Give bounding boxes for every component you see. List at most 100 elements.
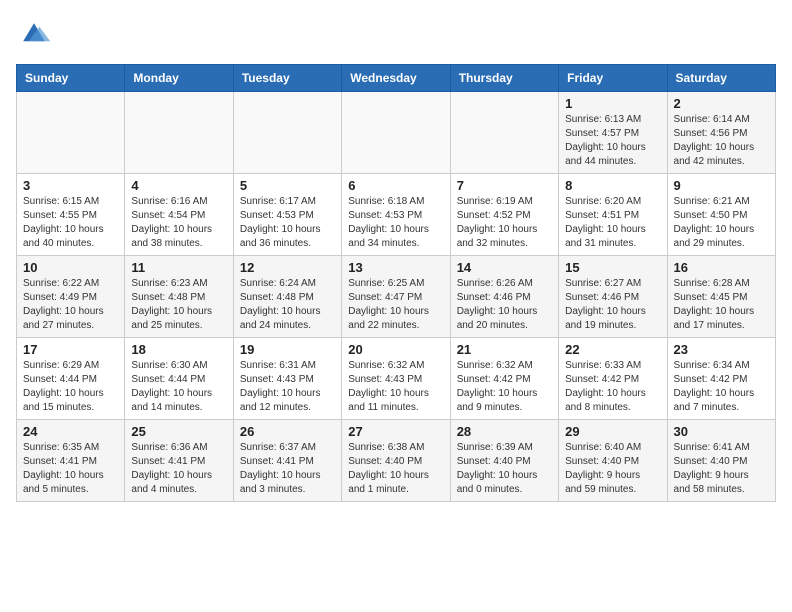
calendar-cell: 22 Sunrise: 6:33 AM Sunset: 4:42 PM Dayli…	[559, 338, 667, 420]
day-info: Sunrise: 6:14 AM Sunset: 4:56 PM Dayligh…	[674, 113, 769, 169]
calendar-cell: 5 Sunrise: 6:17 AM Sunset: 4:53 PM Daylig…	[233, 174, 341, 256]
calendar-cell	[17, 92, 125, 174]
calendar-cell: 8 Sunrise: 6:20 AM Sunset: 4:51 PM Daylig…	[559, 174, 667, 256]
day-info: Sunrise: 6:13 AM Sunset: 4:57 PM Dayligh…	[565, 113, 660, 169]
day-number: 11	[131, 260, 226, 275]
day-info: Sunrise: 6:38 AM Sunset: 4:40 PM Dayligh…	[348, 441, 443, 497]
day-info: Sunrise: 6:25 AM Sunset: 4:47 PM Dayligh…	[348, 277, 443, 333]
calendar-cell: 6 Sunrise: 6:18 AM Sunset: 4:53 PM Daylig…	[342, 174, 450, 256]
day-info: Sunrise: 6:24 AM Sunset: 4:48 PM Dayligh…	[240, 277, 335, 333]
calendar-cell: 27 Sunrise: 6:38 AM Sunset: 4:40 PM Dayli…	[342, 420, 450, 502]
calendar-cell: 25 Sunrise: 6:36 AM Sunset: 4:41 PM Dayli…	[125, 420, 233, 502]
calendar-cell: 1 Sunrise: 6:13 AM Sunset: 4:57 PM Daylig…	[559, 92, 667, 174]
day-info: Sunrise: 6:18 AM Sunset: 4:53 PM Dayligh…	[348, 195, 443, 251]
page-header	[16, 16, 776, 52]
calendar-cell	[450, 92, 558, 174]
calendar-cell	[342, 92, 450, 174]
day-info: Sunrise: 6:15 AM Sunset: 4:55 PM Dayligh…	[23, 195, 118, 251]
day-number: 24	[23, 424, 118, 439]
day-number: 28	[457, 424, 552, 439]
calendar-cell: 28 Sunrise: 6:39 AM Sunset: 4:40 PM Dayli…	[450, 420, 558, 502]
calendar-cell: 7Sunrise: 6:19 AM Sunset: 4:52 PM Daylig…	[450, 174, 558, 256]
day-info: Sunrise: 6:35 AM Sunset: 4:41 PM Dayligh…	[23, 441, 118, 497]
day-info: Sunrise: 6:40 AM Sunset: 4:40 PM Dayligh…	[565, 441, 660, 497]
calendar-week-row: 10 Sunrise: 6:22 AM Sunset: 4:49 PM Dayli…	[17, 256, 776, 338]
day-info: Sunrise: 6:30 AM Sunset: 4:44 PM Dayligh…	[131, 359, 226, 415]
day-number: 17	[23, 342, 118, 357]
day-number: 5	[240, 178, 335, 193]
calendar-cell: 15Sunrise: 6:27 AM Sunset: 4:46 PM Dayli…	[559, 256, 667, 338]
day-info: Sunrise: 6:37 AM Sunset: 4:41 PM Dayligh…	[240, 441, 335, 497]
day-info: Sunrise: 6:39 AM Sunset: 4:40 PM Dayligh…	[457, 441, 552, 497]
day-number: 1	[565, 96, 660, 111]
weekday-header-friday: Friday	[559, 65, 667, 92]
weekday-header-row: SundayMondayTuesdayWednesdayThursdayFrid…	[17, 65, 776, 92]
day-info: Sunrise: 6:36 AM Sunset: 4:41 PM Dayligh…	[131, 441, 226, 497]
weekday-header-sunday: Sunday	[17, 65, 125, 92]
day-number: 30	[674, 424, 769, 439]
calendar-week-row: 1 Sunrise: 6:13 AM Sunset: 4:57 PM Daylig…	[17, 92, 776, 174]
day-number: 29	[565, 424, 660, 439]
calendar-cell: 12 Sunrise: 6:24 AM Sunset: 4:48 PM Dayli…	[233, 256, 341, 338]
calendar-cell: 30 Sunrise: 6:41 AM Sunset: 4:40 PM Dayli…	[667, 420, 775, 502]
calendar-cell: 26 Sunrise: 6:37 AM Sunset: 4:41 PM Dayli…	[233, 420, 341, 502]
calendar-week-row: 17 Sunrise: 6:29 AM Sunset: 4:44 PM Dayli…	[17, 338, 776, 420]
day-number: 20	[348, 342, 443, 357]
weekday-header-thursday: Thursday	[450, 65, 558, 92]
day-number: 25	[131, 424, 226, 439]
day-info: Sunrise: 6:29 AM Sunset: 4:44 PM Dayligh…	[23, 359, 118, 415]
day-number: 6	[348, 178, 443, 193]
day-info: Sunrise: 6:16 AM Sunset: 4:54 PM Dayligh…	[131, 195, 226, 251]
calendar-cell: 2 Sunrise: 6:14 AM Sunset: 4:56 PM Daylig…	[667, 92, 775, 174]
day-number: 12	[240, 260, 335, 275]
day-info: Sunrise: 6:22 AM Sunset: 4:49 PM Dayligh…	[23, 277, 118, 333]
day-number: 26	[240, 424, 335, 439]
day-info: Sunrise: 6:33 AM Sunset: 4:42 PM Dayligh…	[565, 359, 660, 415]
day-number: 15	[565, 260, 660, 275]
day-number: 3	[23, 178, 118, 193]
calendar-cell: 24 Sunrise: 6:35 AM Sunset: 4:41 PM Dayli…	[17, 420, 125, 502]
day-number: 14	[457, 260, 552, 275]
calendar-cell: 19Sunrise: 6:31 AM Sunset: 4:43 PM Dayli…	[233, 338, 341, 420]
day-info: Sunrise: 6:17 AM Sunset: 4:53 PM Dayligh…	[240, 195, 335, 251]
day-number: 2	[674, 96, 769, 111]
weekday-header-monday: Monday	[125, 65, 233, 92]
day-info: Sunrise: 6:23 AM Sunset: 4:48 PM Dayligh…	[131, 277, 226, 333]
day-info: Sunrise: 6:26 AM Sunset: 4:46 PM Dayligh…	[457, 277, 552, 333]
calendar-cell: 10 Sunrise: 6:22 AM Sunset: 4:49 PM Dayli…	[17, 256, 125, 338]
calendar-cell: 14 Sunrise: 6:26 AM Sunset: 4:46 PM Dayli…	[450, 256, 558, 338]
weekday-header-wednesday: Wednesday	[342, 65, 450, 92]
calendar-cell: 18Sunrise: 6:30 AM Sunset: 4:44 PM Dayli…	[125, 338, 233, 420]
day-number: 10	[23, 260, 118, 275]
calendar-cell: 29 Sunrise: 6:40 AM Sunset: 4:40 PM Dayli…	[559, 420, 667, 502]
calendar-cell: 9 Sunrise: 6:21 AM Sunset: 4:50 PM Daylig…	[667, 174, 775, 256]
day-number: 13	[348, 260, 443, 275]
day-number: 4	[131, 178, 226, 193]
calendar-cell	[233, 92, 341, 174]
calendar-cell: 20Sunrise: 6:32 AM Sunset: 4:43 PM Dayli…	[342, 338, 450, 420]
day-info: Sunrise: 6:31 AM Sunset: 4:43 PM Dayligh…	[240, 359, 335, 415]
logo	[16, 16, 56, 52]
calendar-week-row: 24 Sunrise: 6:35 AM Sunset: 4:41 PM Dayli…	[17, 420, 776, 502]
calendar-cell: 11 Sunrise: 6:23 AM Sunset: 4:48 PM Dayli…	[125, 256, 233, 338]
day-info: Sunrise: 6:21 AM Sunset: 4:50 PM Dayligh…	[674, 195, 769, 251]
calendar-cell: 3 Sunrise: 6:15 AM Sunset: 4:55 PM Daylig…	[17, 174, 125, 256]
day-info: Sunrise: 6:34 AM Sunset: 4:42 PM Dayligh…	[674, 359, 769, 415]
day-info: Sunrise: 6:20 AM Sunset: 4:51 PM Dayligh…	[565, 195, 660, 251]
day-number: 16	[674, 260, 769, 275]
day-info: Sunrise: 6:41 AM Sunset: 4:40 PM Dayligh…	[674, 441, 769, 497]
calendar-cell: 23Sunrise: 6:34 AM Sunset: 4:42 PM Dayli…	[667, 338, 775, 420]
weekday-header-saturday: Saturday	[667, 65, 775, 92]
logo-icon	[16, 16, 52, 52]
day-number: 22	[565, 342, 660, 357]
calendar-cell	[125, 92, 233, 174]
day-info: Sunrise: 6:32 AM Sunset: 4:42 PM Dayligh…	[457, 359, 552, 415]
day-info: Sunrise: 6:19 AM Sunset: 4:52 PM Dayligh…	[457, 195, 552, 251]
calendar-cell: 13 Sunrise: 6:25 AM Sunset: 4:47 PM Dayli…	[342, 256, 450, 338]
calendar-table: SundayMondayTuesdayWednesdayThursdayFrid…	[16, 64, 776, 502]
day-number: 27	[348, 424, 443, 439]
day-number: 9	[674, 178, 769, 193]
calendar-cell: 21 Sunrise: 6:32 AM Sunset: 4:42 PM Dayli…	[450, 338, 558, 420]
day-number: 21	[457, 342, 552, 357]
day-number: 8	[565, 178, 660, 193]
